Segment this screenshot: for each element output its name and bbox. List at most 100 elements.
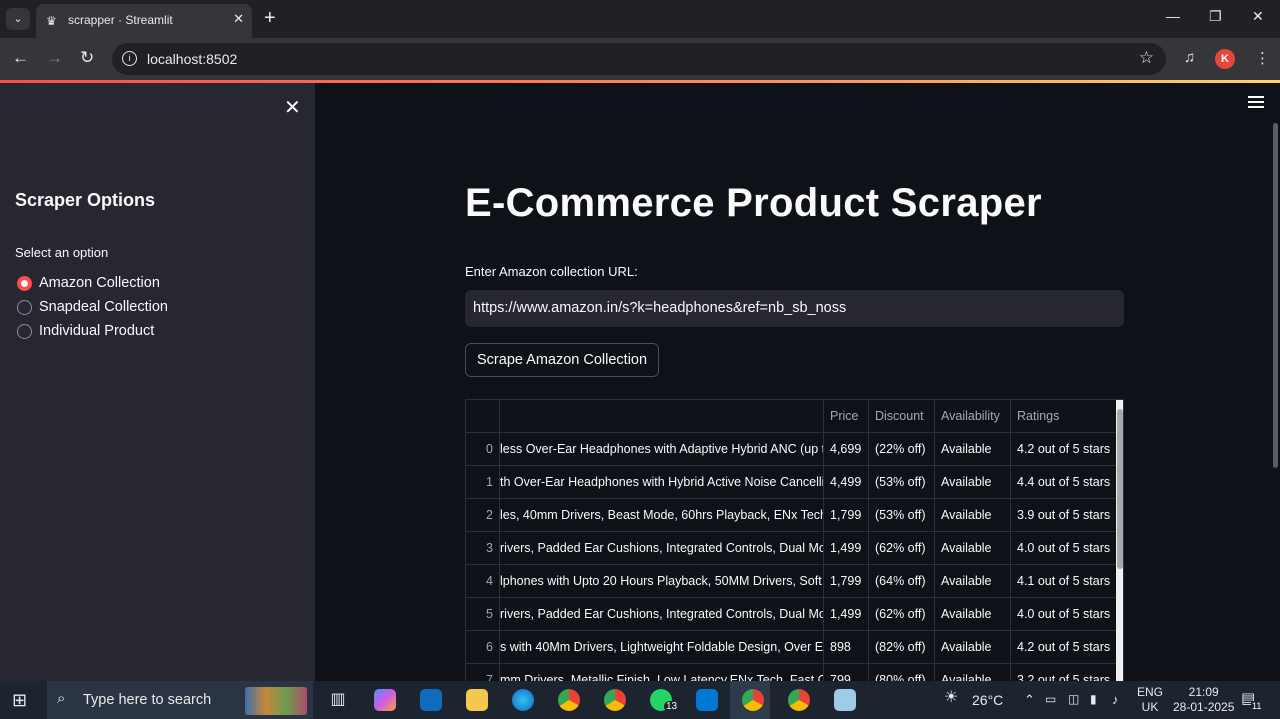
discount-cell[interactable]: (22% off) — [869, 433, 935, 466]
task-view-icon[interactable]: ▥ — [327, 689, 349, 711]
address-bar[interactable]: i localhost:8502 ☆ — [112, 43, 1166, 75]
chrome-profile-2-icon[interactable] — [604, 689, 626, 711]
media-controls-icon[interactable]: ♫ — [1184, 49, 1195, 66]
ratings-cell[interactable]: 4.4 out of 5 stars — [1011, 466, 1116, 499]
scrape-amazon-button[interactable]: Scrape Amazon Collection — [465, 343, 660, 377]
radio-unselected-icon[interactable] — [17, 323, 32, 339]
sidebar-close-icon[interactable]: ✕ — [284, 95, 301, 120]
product-name-cell[interactable]: th Over-Ear Headphones with Hybrid Activ… — [500, 466, 824, 499]
tab-close-icon[interactable]: ✕ — [233, 11, 244, 27]
window-close-icon[interactable]: ✕ — [1252, 8, 1264, 25]
weather-temp[interactable]: 26°C — [972, 693, 1003, 708]
ratings-cell[interactable]: 3.2 out of 5 stars — [1011, 664, 1116, 681]
new-tab-icon[interactable]: + — [264, 7, 276, 29]
url-input[interactable]: https://www.amazon.in/s?k=headphones&ref… — [465, 290, 1124, 327]
table-header-availability[interactable]: Availability — [935, 400, 1011, 433]
table-header-name[interactable] — [500, 400, 824, 433]
price-cell[interactable]: 1,799 — [824, 565, 869, 598]
table-row[interactable]: 0 less Over-Ear Headphones with Adaptive… — [466, 433, 1116, 466]
windows-start-icon[interactable]: ⊞ — [12, 690, 34, 712]
radio-option-amazon[interactable]: Amazon Collection — [17, 273, 160, 293]
radio-selected-icon[interactable] — [17, 275, 32, 291]
ratings-cell[interactable]: 3.9 out of 5 stars — [1011, 499, 1116, 532]
notepad-icon[interactable] — [834, 689, 856, 711]
hamburger-menu-icon[interactable] — [1248, 96, 1264, 111]
tab-search-chevron-icon[interactable]: ⌄ — [6, 8, 30, 30]
page-scrollbar[interactable] — [1273, 123, 1278, 468]
chrome-icon[interactable] — [788, 689, 810, 711]
more-menu-icon[interactable]: ⋮ — [1255, 49, 1270, 67]
outlook-icon[interactable] — [420, 689, 442, 711]
restore-icon[interactable]: ❐ — [1209, 8, 1222, 25]
table-row[interactable]: 7 mm Drivers, Metallic Finish, Low Laten… — [466, 664, 1116, 681]
meet-icon[interactable]: ◫ — [1068, 692, 1079, 707]
radio-unselected-icon[interactable] — [17, 299, 32, 315]
profile-avatar[interactable]: K — [1215, 49, 1235, 69]
radio-option-label[interactable]: Snapdeal Collection — [39, 299, 168, 315]
url-input-value[interactable]: https://www.amazon.in/s?k=headphones&ref… — [473, 300, 846, 316]
discount-cell[interactable]: (80% off) — [869, 664, 935, 681]
price-cell[interactable]: 4,699 — [824, 433, 869, 466]
product-name-cell[interactable]: less Over-Ear Headphones with Adaptive H… — [500, 433, 824, 466]
table-row[interactable]: 6 s with 40Mm Drivers, Lightweight Folda… — [466, 631, 1116, 664]
discount-cell[interactable]: (82% off) — [869, 631, 935, 664]
table-row[interactable]: 5 rivers, Padded Ear Cushions, Integrate… — [466, 598, 1116, 631]
browser-tab[interactable]: ♛ scrapper · Streamlit ✕ — [36, 4, 252, 38]
price-cell[interactable]: 1,799 — [824, 499, 869, 532]
minimize-icon[interactable]: — — [1166, 8, 1180, 24]
results-table[interactable]: Price Discount Availability Ratings 0 le… — [465, 399, 1124, 681]
price-cell[interactable]: 1,499 — [824, 598, 869, 631]
product-name-cell[interactable]: s with 40Mm Drivers, Lightweight Foldabl… — [500, 631, 824, 664]
product-name-cell[interactable]: rivers, Padded Ear Cushions, Integrated … — [500, 532, 824, 565]
language-indicator[interactable]: ENG UK — [1137, 685, 1163, 715]
clock[interactable]: 21:09 28-01-2025 — [1173, 685, 1234, 715]
availability-cell[interactable]: Available — [935, 565, 1011, 598]
discount-cell[interactable]: (53% off) — [869, 466, 935, 499]
network-icon[interactable]: ▭ — [1045, 692, 1056, 707]
price-cell[interactable]: 898 — [824, 631, 869, 664]
price-cell[interactable]: 1,499 — [824, 532, 869, 565]
table-row[interactable]: 1 th Over-Ear Headphones with Hybrid Act… — [466, 466, 1116, 499]
radio-option-label[interactable]: Individual Product — [39, 323, 154, 339]
discount-cell[interactable]: (53% off) — [869, 499, 935, 532]
product-name-cell[interactable]: les, 40mm Drivers, Beast Mode, 60hrs Pla… — [500, 499, 824, 532]
availability-cell[interactable]: Available — [935, 532, 1011, 565]
table-row[interactable]: 3 rivers, Padded Ear Cushions, Integrate… — [466, 532, 1116, 565]
table-vertical-scrollbar[interactable] — [1116, 400, 1123, 681]
weather-icon[interactable]: ☀ — [944, 690, 958, 706]
ratings-cell[interactable]: 4.1 out of 5 stars — [1011, 565, 1116, 598]
discount-cell[interactable]: (64% off) — [869, 565, 935, 598]
discount-cell[interactable]: (62% off) — [869, 532, 935, 565]
ratings-cell[interactable]: 4.0 out of 5 stars — [1011, 532, 1116, 565]
copilot-icon[interactable] — [374, 689, 396, 711]
taskbar-search[interactable]: ⌕ Type here to search — [47, 681, 313, 719]
search-placeholder[interactable]: Type here to search — [83, 692, 211, 708]
availability-cell[interactable]: Available — [935, 499, 1011, 532]
availability-cell[interactable]: Available — [935, 631, 1011, 664]
bookmark-star-icon[interactable]: ☆ — [1139, 48, 1154, 68]
radio-option-individual[interactable]: Individual Product — [17, 321, 154, 341]
vscode-icon[interactable] — [696, 689, 718, 711]
site-info-icon[interactable]: i — [122, 51, 137, 66]
table-header-price[interactable]: Price — [824, 400, 869, 433]
radio-option-snapdeal[interactable]: Snapdeal Collection — [17, 297, 168, 317]
price-cell[interactable]: 4,499 — [824, 466, 869, 499]
price-cell[interactable]: 799 — [824, 664, 869, 681]
file-explorer-icon[interactable] — [466, 689, 488, 711]
availability-cell[interactable]: Available — [935, 598, 1011, 631]
availability-cell[interactable]: Available — [935, 664, 1011, 681]
tray-chevron-icon[interactable]: ⌃ — [1024, 692, 1035, 707]
ratings-cell[interactable]: 4.0 out of 5 stars — [1011, 598, 1116, 631]
availability-cell[interactable]: Available — [935, 433, 1011, 466]
reload-icon[interactable]: ↻ — [80, 48, 94, 68]
table-scroll-thumb[interactable] — [1117, 409, 1123, 569]
volume-icon[interactable]: ♪ — [1112, 692, 1119, 707]
table-header-discount[interactable]: Discount — [869, 400, 935, 433]
table-row[interactable]: 2 les, 40mm Drivers, Beast Mode, 60hrs P… — [466, 499, 1116, 532]
edge-icon[interactable] — [512, 689, 534, 711]
product-name-cell[interactable]: lphones with Upto 20 Hours Playback, 50M… — [500, 565, 824, 598]
radio-option-label[interactable]: Amazon Collection — [39, 275, 160, 291]
table-row[interactable]: 4 lphones with Upto 20 Hours Playback, 5… — [466, 565, 1116, 598]
table-header-ratings[interactable]: Ratings — [1011, 400, 1116, 433]
battery-icon[interactable]: ▮ — [1090, 692, 1097, 707]
